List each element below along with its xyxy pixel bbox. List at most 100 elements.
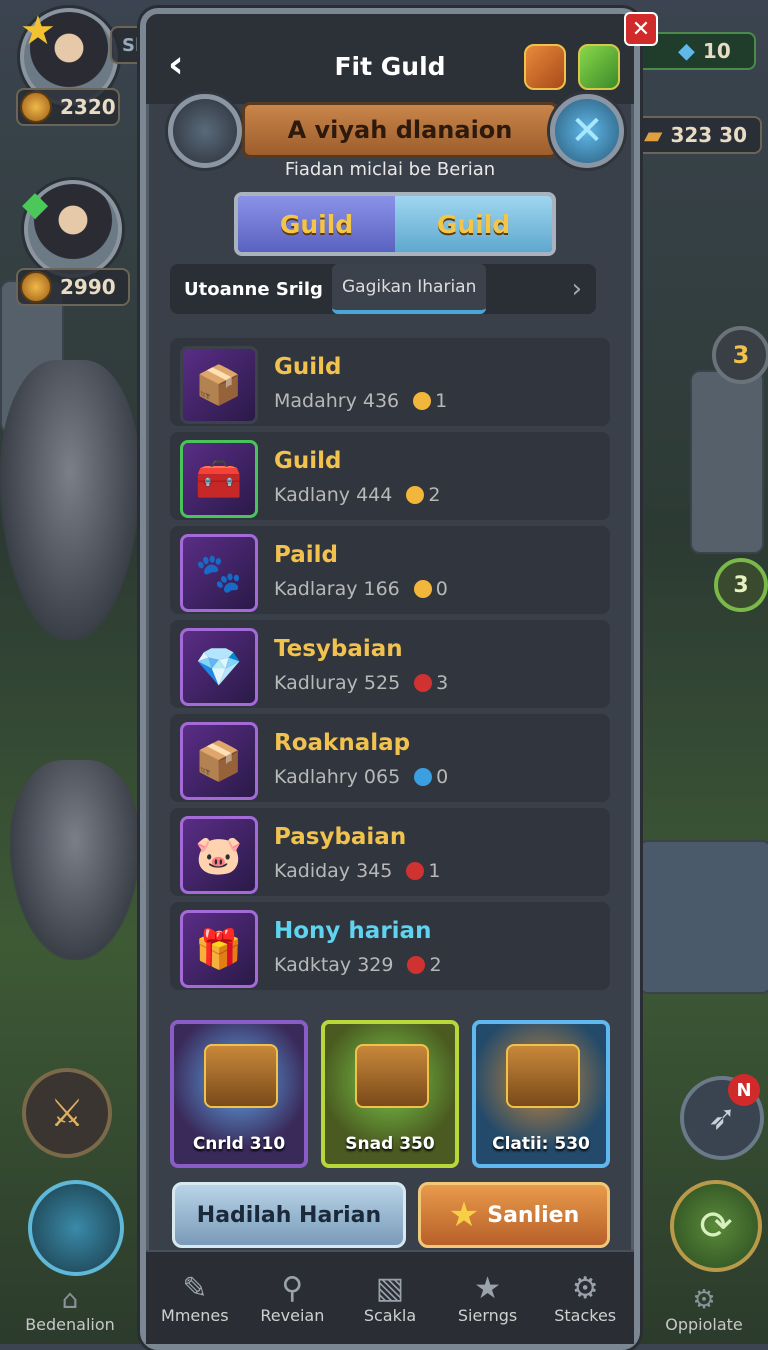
close-icon: ✕: [631, 16, 651, 42]
arrow-icon: ➶: [707, 1098, 737, 1138]
ally-power-pill: 2990: [16, 268, 130, 306]
item-thumbnail-icon: 🧰: [180, 440, 258, 518]
item-meta-text: Kadlaray 166: [274, 578, 400, 600]
item-name: Paild: [274, 542, 338, 568]
level-badge[interactable]: 3: [712, 326, 768, 384]
item-name: Tesybaian: [274, 636, 403, 662]
daily-reward-button[interactable]: Hadilah Harian: [172, 1182, 406, 1248]
filter-label: Utoanne Srilg: [184, 278, 323, 300]
item-meta: Kadiday 345 1: [274, 860, 440, 882]
item-meta-text: Kadluray 525: [274, 672, 401, 694]
coin-icon: [413, 392, 432, 410]
chest-card[interactable]: Clatii: 530: [472, 1020, 610, 1168]
item-thumbnail-icon: 💎: [180, 628, 258, 706]
reward-list: 📦 Guild Madahry 436 1 🧰 Guild Kadlany 444 2 🐾 Pai…: [170, 338, 610, 996]
outer-nav-right[interactable]: ⚙ Oppiolate: [640, 1264, 768, 1344]
list-item[interactable]: 🧰 Guild Kadlany 444 2: [170, 432, 610, 520]
filter-chip[interactable]: Gagikan Iharian: [332, 264, 487, 314]
green-emblem-icon[interactable]: [578, 44, 620, 90]
outer-nav-left[interactable]: ⌂ Bedenalion: [0, 1264, 140, 1344]
treasure-chest-icon: [204, 1044, 278, 1108]
nav-item-scakla[interactable]: ▧ Scakla: [341, 1252, 439, 1344]
item-meta: Kadlaray 166 0: [274, 578, 448, 600]
item-meta: Madahry 436 1: [274, 390, 447, 412]
list-item[interactable]: 📦 Roaknalap Kadlahry 065 0: [170, 714, 610, 802]
shield-badge: [168, 94, 242, 168]
list-item[interactable]: 🎁 Hony harian Kadktay 329 2: [170, 902, 610, 990]
chest-label: Cnrld 310: [192, 1134, 286, 1154]
guild-tabs: Guild Guild: [234, 192, 556, 256]
nav-item-stackes[interactable]: ⚙ Stackes: [536, 1252, 634, 1344]
coin-icon: [413, 580, 432, 598]
item-meta-text: Kadktay 329: [274, 954, 394, 976]
star-icon: ★: [448, 1195, 480, 1235]
item-count: 0: [435, 578, 448, 600]
item-name: Guild: [274, 354, 342, 380]
tab-guild-secondary[interactable]: Guild: [395, 196, 552, 252]
item-name: Hony harian: [274, 918, 432, 944]
skill-icon: ⚔: [49, 1091, 85, 1135]
guild-banner: A viyah dlanaion: [242, 102, 558, 158]
chest-row: Cnrld 310 Snad 350 Clatii: 530: [170, 1020, 610, 1168]
item-thumbnail-icon: 📦: [180, 722, 258, 800]
gem-icon: ◆: [22, 184, 49, 224]
chest-card[interactable]: Cnrld 310: [170, 1020, 308, 1168]
item-count: 3: [436, 672, 449, 694]
crossed-swords-icon: ✕: [570, 108, 604, 154]
item-thumbnail-icon: 🎁: [180, 910, 258, 988]
item-meta: Kadluray 525 3: [274, 672, 448, 694]
treasure-chest-icon: [506, 1044, 580, 1108]
nav-icon: ✎: [182, 1271, 208, 1306]
list-item[interactable]: 🐷 Pasybaian Kadiday 345 1: [170, 808, 610, 896]
list-item[interactable]: 📦 Guild Madahry 436 1: [170, 338, 610, 426]
guild-emblem-icon[interactable]: [524, 44, 566, 90]
nav-label: Scakla: [363, 1306, 417, 1325]
item-count: 1: [428, 860, 441, 882]
house-icon: ⌂: [61, 1285, 79, 1315]
guild-subtitle: Fiadan miclai be Berian: [284, 159, 496, 180]
crossed-swords-badge[interactable]: ✕: [550, 94, 624, 168]
notification-badge: N: [728, 1074, 760, 1106]
gold-value: 323 30: [670, 123, 748, 147]
left-portal-button[interactable]: [28, 1180, 124, 1276]
chest-label: Snad 350: [345, 1134, 435, 1154]
item-name: Guild: [274, 448, 342, 474]
feather-icon: [20, 91, 52, 123]
player-power-value: 2320: [60, 95, 116, 119]
wave-badge[interactable]: 3: [714, 558, 768, 612]
item-meta-text: Madahry 436: [274, 390, 400, 412]
chevron-right-icon[interactable]: ›: [572, 274, 582, 304]
nav-item-reveian[interactable]: ⚲ Reveian: [244, 1252, 342, 1344]
outer-nav-right-label: Oppiolate: [665, 1315, 743, 1334]
gold-bar-icon: ▰: [644, 121, 663, 149]
coin-icon: [406, 486, 425, 504]
chest-label: Clatii: 530: [492, 1134, 590, 1154]
refresh-button[interactable]: ⟳: [670, 1180, 762, 1272]
bottom-nav: ✎ Mmenes ⚲ Reveian ▧ Scakla ★ Sierngs ⚙ Stackes: [146, 1250, 634, 1344]
list-item[interactable]: 💎 Tesybaian Kadluray 525 3: [170, 620, 610, 708]
tab-guild-primary[interactable]: Guild: [238, 196, 395, 252]
hero-rogue-figure: [10, 760, 140, 960]
nav-label: Reveian: [260, 1306, 325, 1325]
treasure-chest-icon: [355, 1044, 429, 1108]
item-name: Roaknalap: [274, 730, 411, 756]
bg-pillar: [690, 370, 764, 554]
item-count: 0: [436, 766, 449, 788]
coin-icon: [407, 956, 426, 974]
left-skill-button[interactable]: ⚔: [22, 1068, 112, 1158]
nav-icon: ▧: [375, 1271, 405, 1306]
list-item[interactable]: 🐾 Paild Kadlaray 166 0: [170, 526, 610, 614]
item-meta-text: Kadiday 345: [274, 860, 393, 882]
nav-item-sierngs[interactable]: ★ Sierngs: [439, 1252, 537, 1344]
item-thumbnail-icon: 🐷: [180, 816, 258, 894]
item-thumbnail-icon: 🐾: [180, 534, 258, 612]
nav-item-mmenes[interactable]: ✎ Mmenes: [146, 1252, 244, 1344]
chest-card[interactable]: Snad 350: [321, 1020, 459, 1168]
hero-knight-figure: [0, 360, 140, 640]
close-button[interactable]: ✕: [624, 12, 658, 46]
gold-pill[interactable]: ▰ 323 30: [634, 116, 762, 154]
claim-button[interactable]: ★ Sanlien: [418, 1182, 610, 1248]
bg-gate: [638, 840, 768, 994]
ally-power-value: 2990: [60, 275, 116, 299]
refresh-icon: ⟳: [699, 1203, 733, 1249]
